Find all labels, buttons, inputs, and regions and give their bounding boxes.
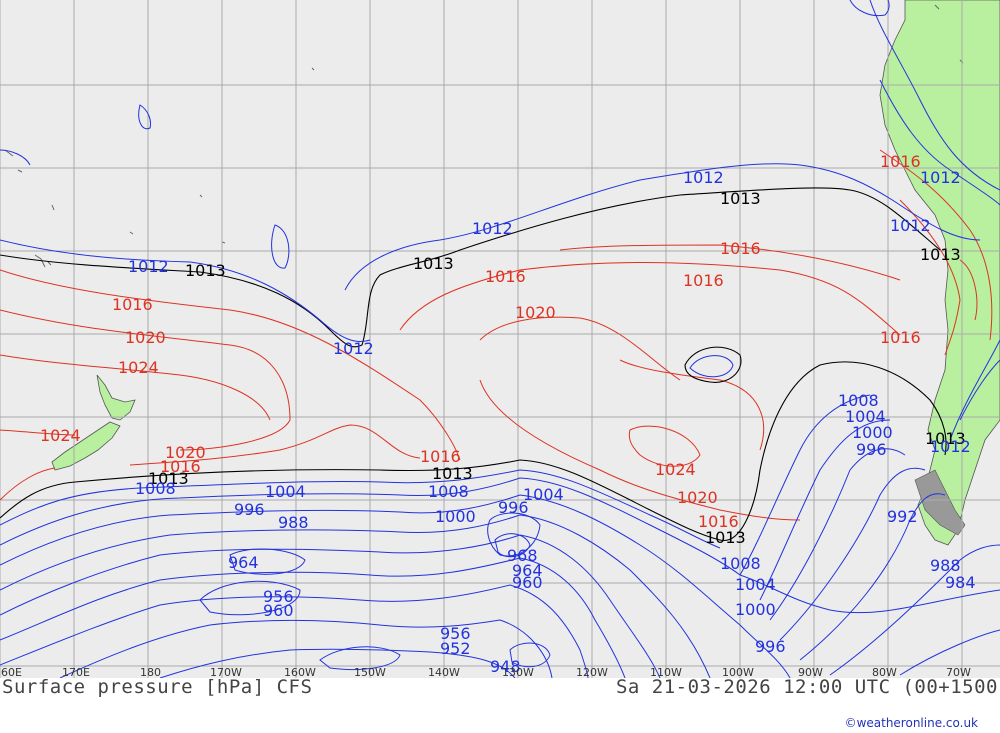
isobar-label-1013: 1013 xyxy=(720,189,761,208)
isobar-label-1012: 1012 xyxy=(920,168,961,187)
isobar-label-1012: 1012 xyxy=(930,437,971,456)
isobar-label-1004: 1004 xyxy=(735,575,776,594)
isobar-label-992: 992 xyxy=(887,507,918,526)
isobar-label-1012: 1012 xyxy=(472,219,513,238)
isobar-label-1016: 1016 xyxy=(880,328,921,347)
isobar-label-1012: 1012 xyxy=(128,257,169,276)
isobar-label-1016: 1016 xyxy=(880,152,921,171)
isobar-label-968: 968 xyxy=(507,546,538,565)
isobar-label-1013: 1013 xyxy=(432,464,473,483)
map-title: Surface pressure [hPa] CFS xyxy=(2,676,313,698)
isobar-label-1016: 1016 xyxy=(485,267,526,286)
isobar-label-960: 960 xyxy=(263,601,294,620)
isobar-label-1000: 1000 xyxy=(735,600,776,619)
isobar-label-1012: 1012 xyxy=(683,168,724,187)
isobar-label-964: 964 xyxy=(228,553,259,572)
isobar-label-1013: 1013 xyxy=(920,245,961,264)
lon-label: 120W xyxy=(576,666,608,678)
isobar-label-1008: 1008 xyxy=(135,479,176,498)
isobar-label-1016: 1016 xyxy=(160,457,201,476)
isobar-label-960: 960 xyxy=(512,573,543,592)
isobar-label-1008: 1008 xyxy=(428,482,469,501)
lon-label: 150W xyxy=(354,666,386,678)
isobar-label-1020: 1020 xyxy=(677,488,718,507)
isobar-label-1012: 1012 xyxy=(890,216,931,235)
isobar-label-996: 996 xyxy=(755,637,786,656)
pressure-map: 1013 1013 1013 1013 1013 1013 1013 1013 … xyxy=(0,0,1000,678)
isobar-label-988: 988 xyxy=(930,556,961,575)
isobar-label-1020: 1020 xyxy=(515,303,556,322)
isobar-label-988: 988 xyxy=(278,513,309,532)
isobar-label-1013: 1013 xyxy=(413,254,454,273)
isobar-label-1004: 1004 xyxy=(523,485,564,504)
isobar-label-1012: 1012 xyxy=(333,339,374,358)
isobar-label-984: 984 xyxy=(945,573,976,592)
isobar-label-1016: 1016 xyxy=(683,271,724,290)
isobar-label-996: 996 xyxy=(234,500,265,519)
isobar-label-1016: 1016 xyxy=(720,239,761,258)
isobar-label-1000: 1000 xyxy=(435,507,476,526)
isobar-label-1024: 1024 xyxy=(655,460,696,479)
isobar-label-996: 996 xyxy=(856,440,887,459)
isobar-label-1016: 1016 xyxy=(112,295,153,314)
lon-label: 130W xyxy=(502,666,534,678)
isobar-label-1016: 1016 xyxy=(420,447,461,466)
isobar-label-1024: 1024 xyxy=(40,426,81,445)
valid-time: Sa 21-03-2026 12:00 UTC (00+1500 xyxy=(615,676,998,698)
isobar-label-956: 956 xyxy=(440,624,471,643)
isobar-label-1024: 1024 xyxy=(118,358,159,377)
isobar-label-1008: 1008 xyxy=(720,554,761,573)
lon-label: 140W xyxy=(428,666,460,678)
isobar-label-1016: 1016 xyxy=(698,512,739,531)
isobar-label-1013: 1013 xyxy=(185,261,226,280)
credit-link[interactable]: ©weatheronline.co.uk xyxy=(845,716,978,730)
isobar-label-1004: 1004 xyxy=(265,482,306,501)
isobar-label-1020: 1020 xyxy=(125,328,166,347)
